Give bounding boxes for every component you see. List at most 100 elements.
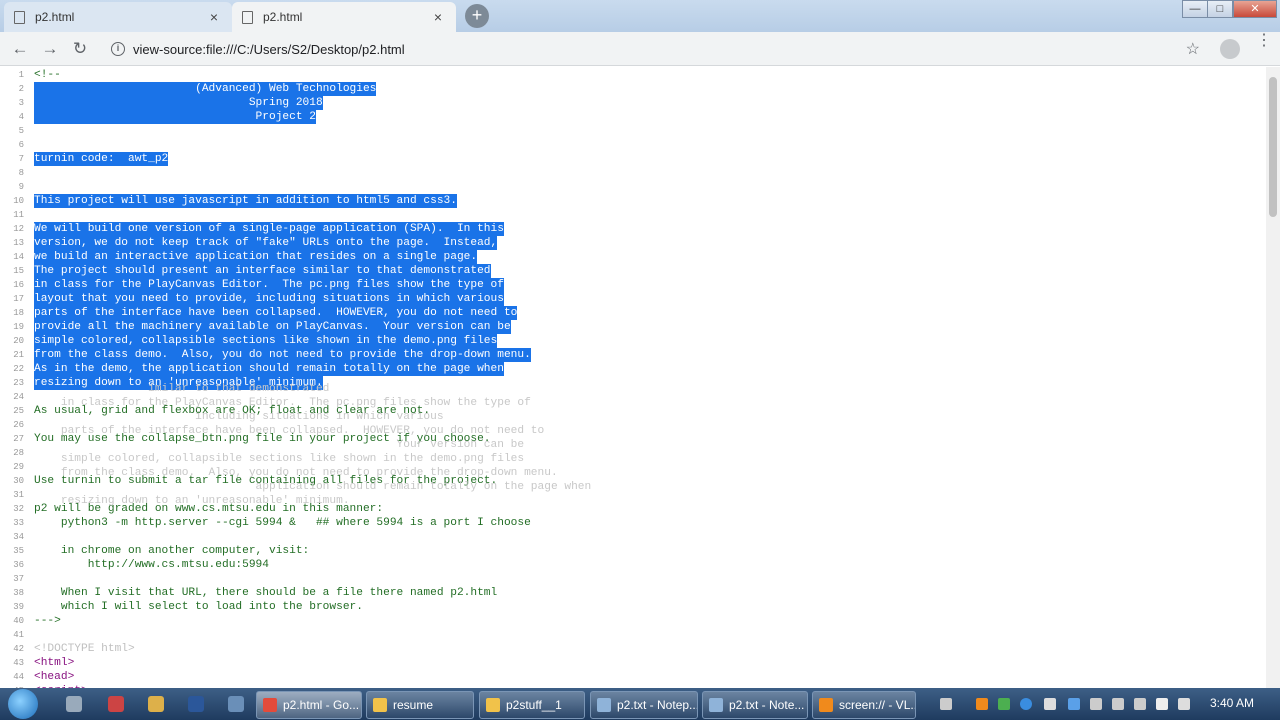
line-number: 28	[13, 448, 24, 458]
tab-close-icon[interactable]: ×	[430, 9, 446, 25]
source-line: 12 We will build one version of a single-…	[0, 222, 1266, 236]
taskbar-task[interactable]: resume	[366, 691, 474, 719]
tray-icon[interactable]	[1090, 698, 1102, 710]
task-app-icon	[709, 698, 723, 712]
minimize-button[interactable]: —	[1182, 0, 1208, 18]
taskbar-task[interactable]: p2.html - Go...	[256, 691, 362, 719]
line-number: 22	[13, 364, 24, 374]
line-number: 30	[13, 476, 24, 486]
line-number: 40	[13, 616, 24, 626]
line-number: 41	[13, 630, 24, 640]
task-label: resume	[393, 698, 434, 712]
taskbar-clock[interactable]: 3:40 AM	[1210, 696, 1254, 710]
source-line-text: This project will use javascript in addi…	[34, 194, 457, 208]
source-line: 8	[0, 166, 1266, 180]
back-arrow-icon[interactable]: ←	[9, 38, 31, 60]
source-line-text: When I visit that URL, there should be a…	[34, 587, 498, 599]
line-number: 43	[13, 658, 24, 668]
source-line: 18 parts of the interface have been colla…	[0, 306, 1266, 320]
tray-icon[interactable]	[1020, 698, 1032, 710]
source-line: 20 simple colored, collapsible sections l…	[0, 334, 1266, 348]
tab-p2-html-2[interactable]: p2.html ×	[232, 2, 456, 32]
tab-p2-html-1[interactable]: p2.html ×	[4, 2, 232, 32]
taskbar-task[interactable]: p2.txt - Notep...	[590, 691, 698, 719]
line-number: 15	[13, 266, 24, 276]
word-icon[interactable]	[188, 696, 204, 712]
line-number: 12	[13, 224, 24, 234]
url-text[interactable]: view-source:file:///C:/Users/S2/Desktop/…	[133, 42, 1186, 57]
start-button[interactable]	[8, 689, 38, 719]
taskbar-task[interactable]: screen:// - VL...	[812, 691, 916, 719]
maximize-button[interactable]: □	[1207, 0, 1233, 18]
new-tab-button[interactable]: +	[465, 4, 489, 28]
source-line-text: in chrome on another computer, visit:	[34, 545, 310, 557]
task-label: p2.txt - Note...	[729, 698, 805, 712]
source-line: 4 Project 2	[0, 110, 1266, 124]
line-number: 17	[13, 294, 24, 304]
source-line: 30 Use turnin to submit a tar file contai…	[0, 474, 1266, 488]
line-number: 3	[18, 98, 24, 108]
tray-icon[interactable]	[940, 698, 952, 710]
source-line-text: in class for the PlayCanvas Editor. The …	[34, 278, 504, 292]
source-line-text: Use turnin to submit a tar file containi…	[34, 475, 498, 487]
task-label: screen:// - VL...	[839, 698, 916, 712]
line-number: 44	[13, 672, 24, 682]
folder-icon[interactable]	[148, 696, 164, 712]
source-line: 10 This project will use javascript in ad…	[0, 194, 1266, 208]
tab-strip: p2.html × p2.html × + — □ ✕	[0, 0, 1280, 32]
scrollbar-thumb[interactable]	[1269, 77, 1277, 217]
line-number: 26	[13, 420, 24, 430]
reload-icon[interactable]: ↻	[69, 38, 91, 60]
source-line: 41	[0, 628, 1266, 642]
source-line-text: Spring 2018	[34, 96, 323, 110]
tray-icon[interactable]	[998, 698, 1010, 710]
source-line-text: p2 will be graded on www.cs.mtsu.edu in …	[34, 503, 384, 515]
source-line-text: turnin code: awt_p2	[34, 152, 169, 166]
address-bar[interactable]: i view-source:file:///C:/Users/S2/Deskto…	[100, 36, 1210, 62]
source-line-text: <!--	[34, 69, 61, 81]
windows-taskbar: p2.html - Go... resume p2stuff__1 p2.txt - …	[0, 688, 1280, 720]
source-line: 16 in class for the PlayCanvas Editor. Th…	[0, 278, 1266, 292]
speaker-icon[interactable]	[1178, 698, 1190, 710]
forward-arrow-icon[interactable]: →	[39, 38, 61, 60]
source-line-text: You may use the collapse_btn.png file in…	[34, 433, 491, 445]
task-label: p2.txt - Notep...	[617, 698, 698, 712]
bookmark-star-icon[interactable]: ☆	[1186, 39, 1200, 59]
task-label: p2stuff__1	[506, 698, 562, 712]
source-line-text: parts of the interface have been collaps…	[34, 306, 518, 320]
source-line-text: As in the demo, the application should r…	[34, 362, 504, 376]
taskbar-task[interactable]: p2stuff__1	[479, 691, 585, 719]
taskbar-task[interactable]: p2.txt - Note...	[702, 691, 808, 719]
tray-icon[interactable]	[1134, 698, 1146, 710]
line-number: 23	[13, 378, 24, 388]
vlc-tray-icon[interactable]	[976, 698, 988, 710]
source-line-text: provide all the machinery available on P…	[34, 320, 511, 334]
source-line-text: layout that you need to provide, includi…	[34, 292, 504, 306]
line-number: 2	[18, 84, 24, 94]
line-number: 11	[13, 210, 24, 220]
flag-icon[interactable]	[1156, 698, 1168, 710]
tab-close-icon[interactable]: ×	[206, 9, 222, 25]
profile-avatar-icon[interactable]	[1220, 39, 1240, 59]
tab-title: p2.html	[263, 10, 303, 24]
source-line: 14 we build an interactive application th…	[0, 250, 1266, 264]
menu-dots-icon[interactable]: ⋮	[1256, 33, 1272, 61]
line-number: 6	[18, 140, 24, 150]
source-line: 33 python3 -m http.server --cgi 5994 & #…	[0, 516, 1266, 530]
bluetooth-icon[interactable]	[1068, 698, 1080, 710]
window-close-button[interactable]: ✕	[1233, 0, 1277, 18]
quicklaunch-icon[interactable]	[108, 696, 124, 712]
info-icon[interactable]: i	[111, 42, 125, 56]
task-app-icon	[263, 698, 277, 712]
source-line: 39 which I will select to load into the …	[0, 600, 1266, 614]
network-icon[interactable]	[1044, 698, 1056, 710]
document-icon	[242, 10, 253, 24]
vertical-scrollbar[interactable]	[1266, 67, 1280, 688]
source-line-text: As usual, grid and flexbox are OK; float…	[34, 405, 431, 417]
quicklaunch-icon[interactable]	[228, 696, 244, 712]
tray-icon[interactable]	[1112, 698, 1124, 710]
source-line: 15 The project should present an interfac…	[0, 264, 1266, 278]
source-line-text: The project should present an interface …	[34, 264, 491, 278]
source-line-text: resizing down to an 'unreasonable' minim…	[34, 376, 323, 390]
quicklaunch-icon[interactable]	[66, 696, 82, 712]
